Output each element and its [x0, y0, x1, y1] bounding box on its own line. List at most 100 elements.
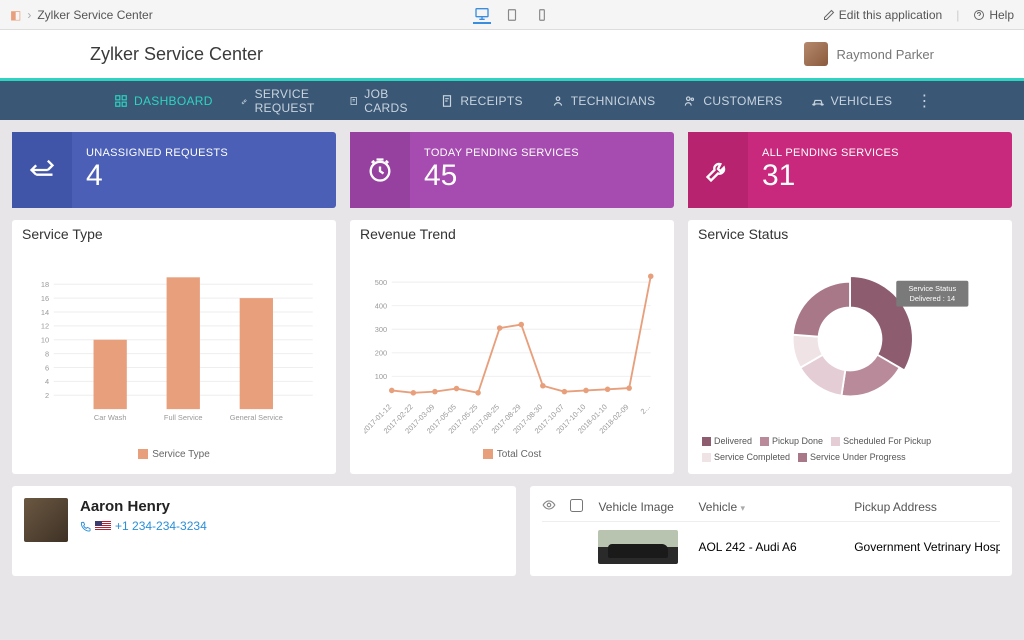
- main-nav: DASHBOARD SERVICE REQUEST JOB CARDS RECE…: [0, 78, 1024, 120]
- kpi-unassigned[interactable]: UNASSIGNED REQUESTS 4: [12, 132, 336, 208]
- mobile-icon[interactable]: [533, 6, 551, 24]
- svg-text:Delivered : 14: Delivered : 14: [910, 294, 956, 303]
- contact-card: Aaron Henry +1 234-234-3234: [12, 486, 516, 576]
- user-menu[interactable]: Raymond Parker: [804, 42, 934, 66]
- chart-title: Revenue Trend: [360, 226, 656, 242]
- help-label: Help: [989, 8, 1014, 22]
- customer-icon: [683, 94, 697, 108]
- col-pickup[interactable]: Pickup Address: [854, 500, 1000, 514]
- breadcrumb-chevron: ›: [27, 8, 31, 22]
- tab-dashboard[interactable]: DASHBOARD: [100, 81, 227, 120]
- us-flag-icon: [95, 521, 111, 531]
- checkbox-header[interactable]: [570, 499, 588, 515]
- phone-number: +1 234-234-3234: [115, 519, 207, 533]
- table-row[interactable]: AOL 242 - Audi A6 Government Vetrinary H…: [542, 522, 1000, 564]
- tab-service-request[interactable]: SERVICE REQUEST: [227, 81, 335, 120]
- receipt-icon: [440, 94, 454, 108]
- vehicle-icon: [811, 94, 825, 108]
- legend-label: Service Type: [152, 449, 210, 460]
- help-link[interactable]: Help: [973, 8, 1014, 22]
- donut-chart: Service StatusDelivered : 14: [702, 254, 998, 424]
- desktop-icon[interactable]: [473, 6, 491, 24]
- chart-title: Service Type: [22, 226, 318, 242]
- svg-text:14: 14: [41, 308, 49, 317]
- chart-revenue-trend: Revenue Trend 100200300400500 2017-01-12…: [350, 220, 674, 474]
- technician-icon: [551, 94, 565, 108]
- kpi-value: 4: [86, 159, 228, 193]
- clock-icon: [350, 132, 410, 208]
- kpi-value: 45: [424, 159, 579, 193]
- svg-text:100: 100: [375, 372, 387, 381]
- kpi-today-pending[interactable]: TODAY PENDING SERVICES 45: [350, 132, 674, 208]
- line-chart: 100200300400500 2017-01-122017-02-222017…: [364, 254, 660, 444]
- app-logo-icon: ◧: [10, 8, 21, 22]
- page-header: Zylker Service Center Raymond Parker: [0, 30, 1024, 78]
- chart-service-type: Service Type 2 4 6 8 10 12 14 16 18 Car Wash Full…: [12, 220, 336, 474]
- tab-job-cards[interactable]: JOB CARDS: [335, 81, 427, 120]
- tab-label: SERVICE REQUEST: [255, 87, 321, 115]
- tablet-icon[interactable]: [503, 6, 521, 24]
- app-name: Zylker Service Center: [37, 8, 152, 22]
- kpi-all-pending[interactable]: ALL PENDING SERVICES 31: [688, 132, 1012, 208]
- svg-text:300: 300: [375, 325, 387, 334]
- contact-photo: [24, 498, 68, 542]
- col-vehicle[interactable]: Vehicle ▾: [698, 500, 844, 514]
- kpi-value: 31: [762, 159, 899, 193]
- svg-text:Service Status: Service Status: [908, 284, 956, 293]
- svg-text:18: 18: [41, 280, 49, 289]
- svg-text:Full Service: Full Service: [164, 413, 203, 422]
- svg-text:Car Wash: Car Wash: [94, 413, 127, 422]
- tab-label: CUSTOMERS: [703, 94, 782, 108]
- vehicle-thumbnail: [598, 530, 678, 564]
- col-vehicle-image[interactable]: Vehicle Image: [598, 500, 688, 514]
- svg-text:12: 12: [41, 322, 49, 331]
- kpi-label: TODAY PENDING SERVICES: [424, 147, 579, 159]
- tab-label: DASHBOARD: [134, 94, 213, 108]
- service-icon: [241, 94, 249, 108]
- tab-label: RECEIPTS: [460, 94, 522, 108]
- svg-text:4: 4: [45, 377, 49, 386]
- svg-text:2...: 2...: [639, 402, 653, 416]
- contact-phone[interactable]: +1 234-234-3234: [80, 519, 207, 533]
- kpi-label: ALL PENDING SERVICES: [762, 147, 899, 159]
- svg-text:General Service: General Service: [230, 413, 283, 422]
- tab-receipts[interactable]: RECEIPTS: [426, 81, 536, 120]
- jobcard-icon: [349, 94, 358, 108]
- bar-chart: 2 4 6 8 10 12 14 16 18 Car Wash Full Service Gener…: [26, 254, 322, 444]
- edit-application-label: Edit this application: [839, 8, 942, 22]
- svg-text:500: 500: [375, 278, 387, 287]
- svg-text:200: 200: [375, 349, 387, 358]
- donut-legend: DeliveredPickup DoneScheduled For Pickup…: [702, 429, 998, 469]
- eye-icon[interactable]: [542, 498, 560, 515]
- kpi-label: UNASSIGNED REQUESTS: [86, 147, 228, 159]
- legend-label: Total Cost: [497, 449, 541, 460]
- chart-title: Service Status: [698, 226, 994, 242]
- vehicle-table: Vehicle Image Vehicle ▾ Pickup Address A…: [530, 486, 1012, 576]
- svg-text:16: 16: [41, 294, 49, 303]
- svg-text:2: 2: [45, 391, 49, 400]
- tab-vehicles[interactable]: VEHICLES: [797, 81, 907, 120]
- tab-label: TECHNICIANS: [571, 94, 656, 108]
- page-title: Zylker Service Center: [90, 44, 263, 65]
- chart-service-status: Service Status Service StatusDelivered :…: [688, 220, 1012, 474]
- tab-label: VEHICLES: [831, 94, 893, 108]
- cell-vehicle: AOL 242 - Audi A6: [698, 540, 844, 554]
- nav-more-button[interactable]: ⋮: [906, 91, 942, 111]
- top-toolbar: ◧ › Zylker Service Center Edit this appl…: [0, 0, 1024, 30]
- avatar: [804, 42, 828, 66]
- svg-text:400: 400: [375, 301, 387, 310]
- user-name: Raymond Parker: [836, 47, 934, 62]
- wrench-icon: [688, 132, 748, 208]
- tab-customers[interactable]: CUSTOMERS: [669, 81, 796, 120]
- cell-pickup: Government Vetrinary Hospital, Tamil Nad…: [854, 540, 1000, 554]
- tab-technicians[interactable]: TECHNICIANS: [537, 81, 670, 120]
- dashboard-icon: [114, 94, 128, 108]
- phone-icon: [80, 521, 91, 532]
- svg-text:8: 8: [45, 349, 49, 358]
- swap-icon: [12, 132, 72, 208]
- svg-text:10: 10: [41, 336, 49, 345]
- tab-label: JOB CARDS: [364, 87, 412, 115]
- svg-text:6: 6: [45, 363, 49, 372]
- edit-application-link[interactable]: Edit this application: [823, 8, 942, 22]
- contact-name: Aaron Henry: [80, 498, 207, 515]
